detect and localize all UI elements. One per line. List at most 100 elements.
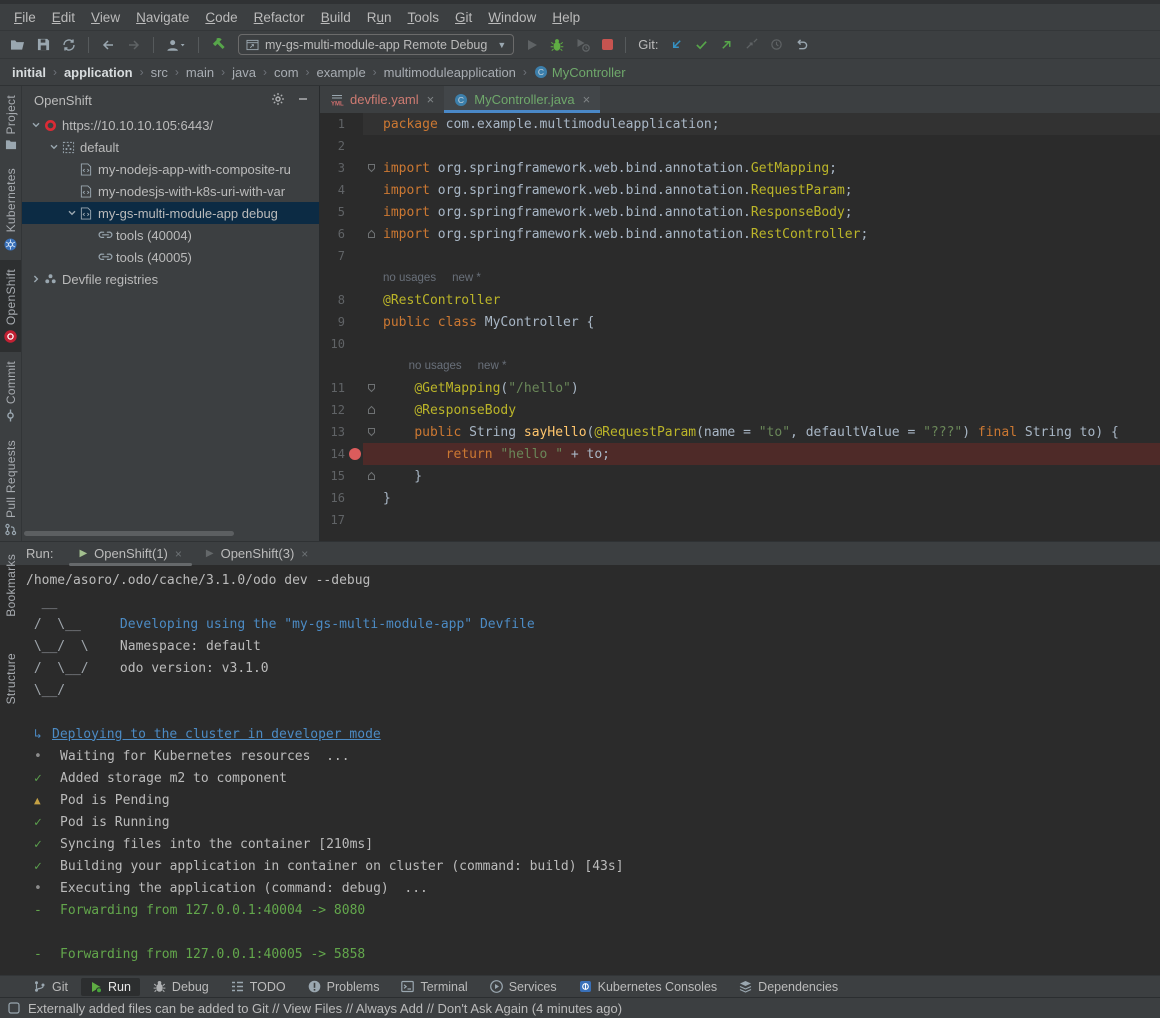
console-link[interactable]: Deploying to the cluster in developer mo… <box>52 727 381 742</box>
breadcrumb-multimoduleapplication[interactable]: multimoduleapplication <box>384 65 516 80</box>
sidebar-item-pull-requests[interactable]: Pull Requests <box>0 431 21 545</box>
menu-file[interactable]: File <box>6 7 44 28</box>
tree-item-my-nodejs-app-with-composite-ru[interactable]: my-nodejs-app-with-composite-ru <box>22 158 319 180</box>
toolbar-forward-icon[interactable] <box>127 38 141 52</box>
run-tab-openshift-1[interactable]: ▶OpenShift(1)× <box>67 542 193 566</box>
code-line-body[interactable]: import org.springframework.web.bind.anno… <box>363 201 1160 223</box>
toolwindow-button-terminal[interactable]: Terminal <box>392 978 476 996</box>
close-icon[interactable]: × <box>301 547 308 561</box>
code-line-body[interactable]: package com.example.multimoduleapplicati… <box>363 113 1160 135</box>
toolbar-user-icon[interactable] <box>166 38 186 52</box>
breadcrumb-application[interactable]: application <box>64 65 133 80</box>
breadcrumb-mycontroller[interactable]: CMyController <box>534 65 626 80</box>
code-line-body[interactable]: public class MyController { <box>363 311 1160 333</box>
menu-view[interactable]: View <box>83 7 128 28</box>
toolwindow-button-dependencies[interactable]: Dependencies <box>730 978 847 996</box>
toolbar-git-commit-icon[interactable] <box>695 38 708 51</box>
minimize-icon[interactable] <box>297 93 309 108</box>
breadcrumb-example[interactable]: example <box>317 65 366 80</box>
chevron-down-icon[interactable] <box>64 208 80 218</box>
code-text[interactable]: import org.springframework.web.bind.anno… <box>379 183 853 198</box>
code-line-body[interactable]: no usagesnew * <box>363 267 1160 289</box>
toolwindow-button-run[interactable]: Run <box>81 978 140 996</box>
fold-marker-icon[interactable] <box>363 163 379 173</box>
code-line-body[interactable] <box>363 509 1160 531</box>
fold-marker-icon[interactable] <box>363 383 379 393</box>
code-text[interactable]: @RestController <box>379 293 500 308</box>
code-line-body[interactable]: } <box>363 465 1160 487</box>
close-icon[interactable]: × <box>583 92 591 107</box>
breadcrumb-src[interactable]: src <box>151 65 168 80</box>
toolwindow-button-problems[interactable]: Problems <box>299 978 389 996</box>
menu-tools[interactable]: Tools <box>400 7 448 28</box>
status-message[interactable]: Externally added files can be added to G… <box>28 1001 622 1016</box>
code-text[interactable]: import org.springframework.web.bind.anno… <box>379 161 837 176</box>
fold-marker-icon[interactable] <box>363 229 379 239</box>
editor-tab-mycontroller-java[interactable]: CMyController.java× <box>444 86 600 113</box>
menu-git[interactable]: Git <box>447 7 480 28</box>
tree-item-tools-40005[interactable]: tools (40005) <box>22 246 319 268</box>
tree-item-devfile-registries[interactable]: Devfile registries <box>22 268 319 290</box>
toolwindow-button-debug[interactable]: Debug <box>144 978 218 996</box>
code-line-body[interactable]: import org.springframework.web.bind.anno… <box>363 157 1160 179</box>
gear-icon[interactable] <box>271 92 285 109</box>
run-console[interactable]: /home/asoro/.odo/cache/3.1.0/odo dev --d… <box>0 565 1160 975</box>
tree-item-my-nodesjs-with-k8s-uri-with-var[interactable]: my-nodesjs-with-k8s-uri-with-var <box>22 180 319 202</box>
horizontal-scrollbar[interactable] <box>24 531 234 536</box>
menu-code[interactable]: Code <box>197 7 245 28</box>
code-editor[interactable]: 1package com.example.multimoduleapplicat… <box>320 113 1160 541</box>
toolbar-hammer-icon[interactable] <box>211 37 226 52</box>
close-icon[interactable]: × <box>175 547 182 561</box>
toolbar-back-icon[interactable] <box>101 38 115 52</box>
sidebar-item-kubernetes[interactable]: Kubernetes <box>0 159 21 259</box>
toolbar-sync-icon[interactable] <box>62 38 76 52</box>
breadcrumb-main[interactable]: main <box>186 65 214 80</box>
menu-refactor[interactable]: Refactor <box>246 7 313 28</box>
menu-help[interactable]: Help <box>544 7 588 28</box>
menu-window[interactable]: Window <box>480 7 544 28</box>
chevron-down-icon[interactable] <box>28 120 44 130</box>
tree-item-https-10-10-10-105-6443[interactable]: https://10.10.10.105:6443/ <box>22 114 319 136</box>
code-text[interactable]: import org.springframework.web.bind.anno… <box>379 227 868 242</box>
editor-tab-devfile-yaml[interactable]: YMLdevfile.yaml× <box>320 86 444 113</box>
tree-item-my-gs-multi-module-app-debug[interactable]: my-gs-multi-module-app debug <box>22 202 319 224</box>
fold-marker-icon[interactable] <box>363 427 379 437</box>
code-line-body[interactable]: return "hello " + to; <box>363 443 1160 465</box>
run-configuration-combo[interactable]: my-gs-multi-module-app Remote Debug▼ <box>238 34 514 55</box>
code-line-body[interactable]: import org.springframework.web.bind.anno… <box>363 223 1160 245</box>
menu-navigate[interactable]: Navigate <box>128 7 197 28</box>
breadcrumb-java[interactable]: java <box>232 65 256 80</box>
menu-edit[interactable]: Edit <box>44 7 83 28</box>
toolwindow-button-todo[interactable]: TODO <box>222 978 295 996</box>
code-line-body[interactable]: @RestController <box>363 289 1160 311</box>
sidebar-item-project[interactable]: Project <box>0 86 21 159</box>
code-text[interactable]: import org.springframework.web.bind.anno… <box>379 205 853 220</box>
event-log-icon[interactable] <box>8 1002 20 1014</box>
sidebar-item-openshift[interactable]: OpenShift <box>0 260 21 352</box>
tree-item-default[interactable]: default <box>22 136 319 158</box>
code-line-body[interactable] <box>363 245 1160 267</box>
tree-item-tools-40004[interactable]: tools (40004) <box>22 224 319 246</box>
code-text[interactable]: } <box>379 491 391 506</box>
sidebar-item-commit[interactable]: Commit <box>0 352 21 431</box>
menu-run[interactable]: Run <box>359 7 400 28</box>
fold-marker-icon[interactable] <box>363 405 379 415</box>
code-line-body[interactable]: public String sayHello(@RequestParam(nam… <box>363 421 1160 443</box>
code-line-body[interactable]: @GetMapping("/hello") <box>363 377 1160 399</box>
run-tab-openshift-3[interactable]: ▶OpenShift(3)× <box>194 542 320 566</box>
toolwindow-button-kubernetes-consoles[interactable]: Kubernetes Consoles <box>570 978 727 996</box>
code-text[interactable]: @GetMapping("/hello") <box>379 381 579 396</box>
close-icon[interactable]: × <box>427 92 435 107</box>
breakpoint-gutter[interactable] <box>347 448 363 460</box>
code-line-body[interactable]: } <box>363 487 1160 509</box>
toolbar-git-push-icon[interactable] <box>720 38 733 51</box>
toolbar-stop-icon[interactable] <box>602 39 613 50</box>
code-text[interactable]: package com.example.multimoduleapplicati… <box>379 117 720 132</box>
breakpoint-icon[interactable] <box>349 448 361 460</box>
code-text[interactable]: @ResponseBody <box>379 403 516 418</box>
toolwindow-button-git[interactable]: Git <box>24 978 77 996</box>
code-text[interactable]: public String sayHello(@RequestParam(nam… <box>379 425 1119 440</box>
menu-build[interactable]: Build <box>313 7 359 28</box>
toolbar-bug-icon[interactable] <box>550 38 564 52</box>
fold-marker-icon[interactable] <box>363 471 379 481</box>
